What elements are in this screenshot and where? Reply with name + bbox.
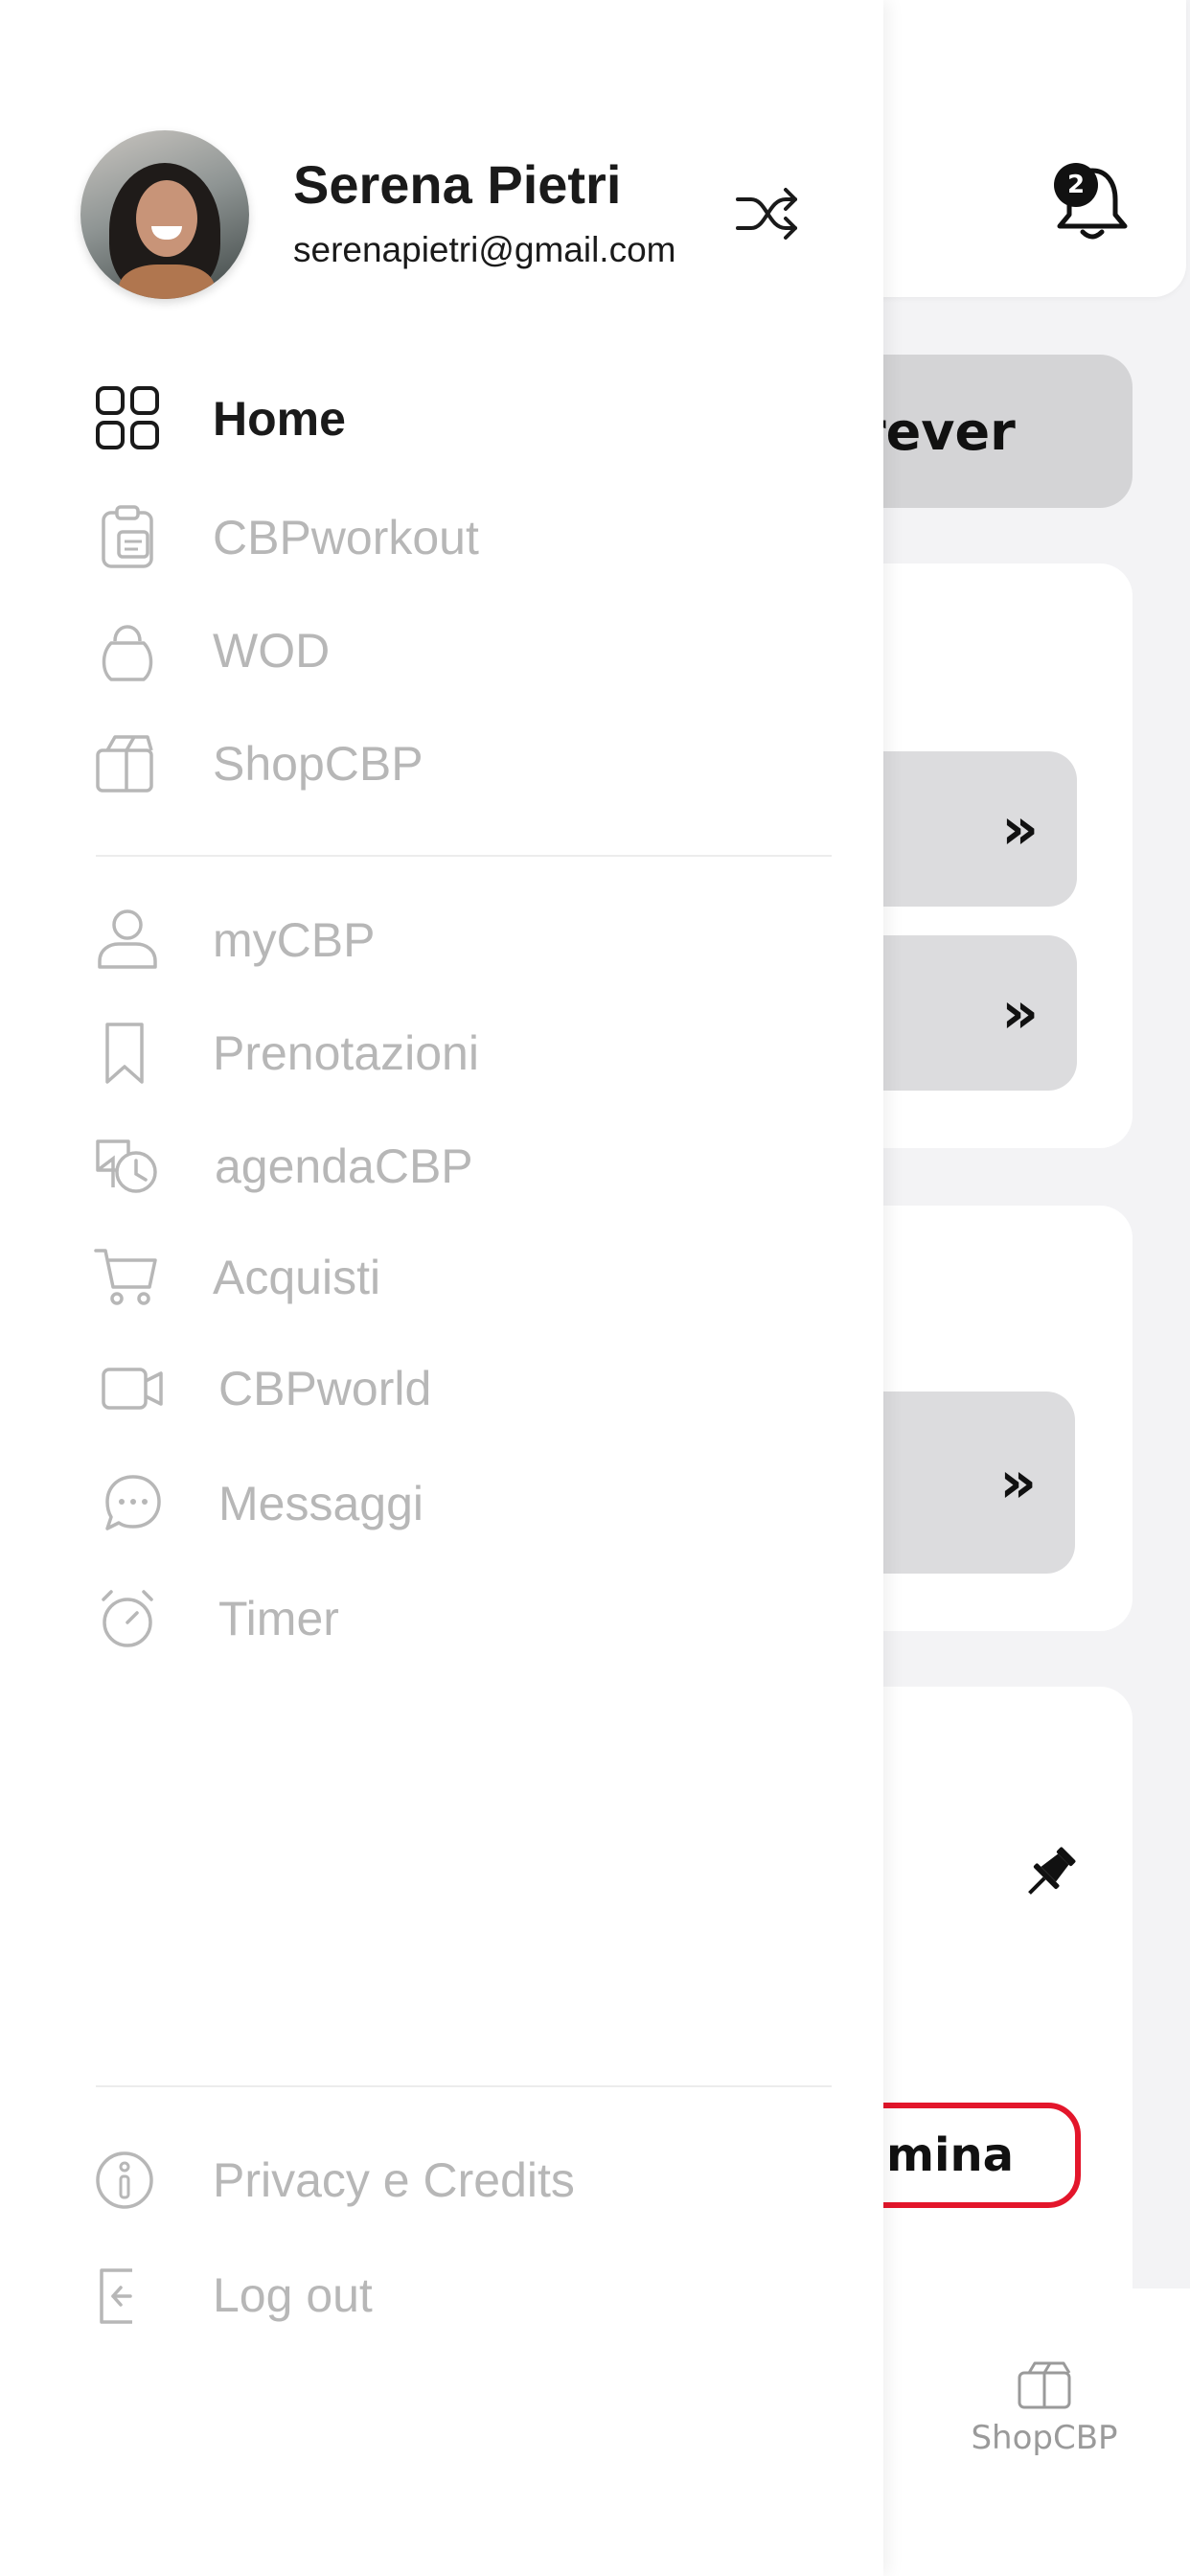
menu-item-label: CBPworkout xyxy=(213,511,479,564)
menu-item-label: Acquisti xyxy=(213,1251,381,1304)
user-icon xyxy=(98,909,157,969)
calendar-history-icon xyxy=(96,1139,157,1193)
bottom-nav-shop[interactable]: ShopCBP xyxy=(968,2358,1121,2472)
menu-item-label: Privacy e Credits xyxy=(213,2153,575,2207)
double-chevron-icon: » xyxy=(1001,979,1039,1046)
menu-item-agendacbp[interactable]: agendaCBP xyxy=(0,1117,883,1213)
video-icon xyxy=(102,1368,163,1410)
switch-account-button[interactable] xyxy=(732,178,803,249)
side-drawer: Serena Pietri serenapietri@gmail.com Hom… xyxy=(0,0,883,2576)
menu-item-label: Messaggi xyxy=(218,1477,423,1530)
chat-icon xyxy=(105,1475,161,1530)
logout-icon xyxy=(100,2268,132,2324)
shopping-bag-icon xyxy=(96,735,153,793)
bookmark-icon xyxy=(105,1023,144,1084)
clipboard-icon xyxy=(102,505,153,568)
menu-item-label: ShopCBP xyxy=(213,737,423,791)
menu-item-privacy[interactable]: Privacy e Credits xyxy=(0,2131,883,2227)
menu-divider xyxy=(96,2085,832,2087)
shuffle-icon xyxy=(736,188,797,240)
menu-item-label: Prenotazioni xyxy=(213,1026,479,1080)
menu-item-logout[interactable]: Log out xyxy=(0,2246,883,2342)
grid-icon xyxy=(96,386,159,449)
info-icon xyxy=(96,2151,153,2209)
notification-badge: 2 xyxy=(1054,163,1098,207)
notifications-button[interactable]: 2 xyxy=(1054,163,1131,243)
menu-item-shopcbp[interactable]: ShopCBP xyxy=(0,715,883,811)
menu-item-label: agendaCBP xyxy=(215,1139,473,1193)
menu-item-label: Log out xyxy=(213,2268,373,2322)
category-pill-label: rever xyxy=(860,401,1016,462)
menu-item-mycbp[interactable]: myCBP xyxy=(0,891,883,987)
user-email: serenapietri@gmail.com xyxy=(293,230,676,269)
kettlebell-icon xyxy=(102,625,153,681)
menu-item-label: Timer xyxy=(218,1592,339,1645)
menu-divider xyxy=(96,855,832,857)
menu-item-label: CBPworld xyxy=(218,1362,432,1415)
menu-item-label: Home xyxy=(213,392,346,446)
pin-button[interactable] xyxy=(1018,1842,1081,1905)
menu-item-timer[interactable]: Timer xyxy=(0,1570,883,1666)
menu-item-wod[interactable]: WOD xyxy=(0,602,883,698)
menu-item-prenotazioni[interactable]: Prenotazioni xyxy=(0,1004,883,1100)
menu-item-cbpworkout[interactable]: CBPworkout xyxy=(0,489,883,585)
avatar[interactable] xyxy=(80,130,249,299)
menu-item-label: myCBP xyxy=(213,913,376,967)
menu-item-messaggi[interactable]: Messaggi xyxy=(0,1455,883,1551)
shopping-bag-icon xyxy=(1018,2361,1071,2409)
stopwatch-icon xyxy=(102,1590,153,1647)
menu-item-cbpworld[interactable]: CBPworld xyxy=(0,1340,883,1436)
double-chevron-icon: » xyxy=(1001,795,1039,862)
double-chevron-icon: » xyxy=(999,1449,1037,1516)
menu-item-acquisti[interactable]: Acquisti xyxy=(0,1229,883,1324)
pin-icon xyxy=(1028,1847,1076,1895)
menu-item-home[interactable]: Home xyxy=(0,370,883,466)
menu-item-label: WOD xyxy=(213,624,331,678)
cart-icon xyxy=(94,1249,157,1305)
bottom-nav-shop-label: ShopCBP xyxy=(971,2419,1118,2457)
user-name: Serena Pietri xyxy=(293,154,622,215)
